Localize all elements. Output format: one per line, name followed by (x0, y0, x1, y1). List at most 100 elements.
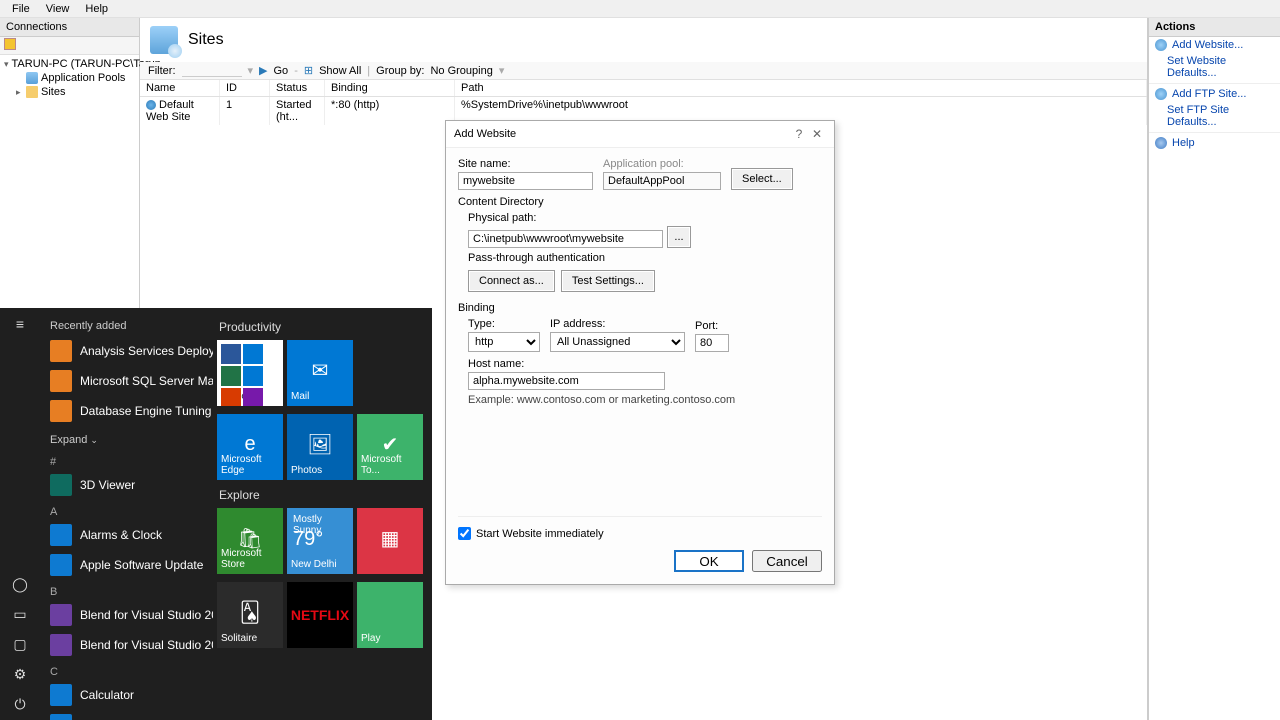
type-label: Type: (468, 318, 540, 330)
group-by-value[interactable]: No Grouping (430, 65, 492, 77)
user-icon[interactable]: ◯ (12, 576, 28, 592)
settings-icon[interactable]: ⚙ (12, 666, 28, 682)
app-pools-icon (26, 72, 38, 84)
list-item[interactable]: Apple Software Update (40, 550, 213, 580)
tile-weather[interactable]: Mostly Sunny79°New Delhi (287, 508, 353, 574)
pictures-icon[interactable]: ▢ (12, 636, 28, 652)
select-button[interactable]: Select... (731, 168, 793, 190)
menu-file[interactable]: File (4, 1, 38, 17)
site-icon (146, 100, 156, 110)
connections-toolbar[interactable] (0, 37, 139, 55)
globe-icon (1155, 88, 1167, 100)
letter-header[interactable]: # (40, 450, 213, 470)
tile-todo[interactable]: ✔Microsoft To... (357, 414, 423, 480)
list-item[interactable]: Microsoft SQL Server Management... (40, 366, 213, 396)
hamburger-icon[interactable]: ≡ (12, 316, 28, 332)
type-select[interactable]: http (468, 332, 540, 352)
menu-help[interactable]: Help (77, 1, 116, 17)
tree-sites[interactable]: ▸Sites (2, 85, 137, 99)
filter-bar: Filter: ▾ ▶Go - ⊞Show All | Group by: No… (140, 62, 1147, 80)
show-all-button[interactable]: Show All (319, 65, 361, 77)
list-item[interactable]: Analysis Services Deployment Wizar... (40, 336, 213, 366)
connections-tree: ▾TARUN-PC (TARUN-PC\Tarun Application Po… (0, 55, 139, 101)
ip-label: IP address: (550, 318, 685, 330)
app-pool-input (603, 172, 721, 190)
start-rail: ≡ ◯ ▭ ▢ ⚙ ⏻ (0, 308, 40, 720)
dialog-titlebar[interactable]: Add Website ?✕ (446, 121, 834, 148)
physical-path-input[interactable] (468, 230, 663, 248)
start-app-list[interactable]: Recently added Analysis Services Deploym… (40, 308, 213, 720)
menu-view[interactable]: View (38, 1, 78, 17)
letter-header[interactable]: B (40, 580, 213, 600)
tree-root[interactable]: ▾TARUN-PC (TARUN-PC\Tarun (2, 57, 137, 71)
action-add-website[interactable]: Add Website... (1149, 37, 1280, 53)
letter-header[interactable]: C (40, 660, 213, 680)
mail-icon: ✉ (312, 358, 329, 383)
close-icon[interactable]: ✕ (808, 127, 826, 141)
app-pool-label: Application pool: (603, 158, 721, 170)
col-binding[interactable]: Binding (325, 80, 455, 96)
browse-button[interactable]: ... (667, 226, 691, 248)
tile-netflix[interactable]: NETFLIX (287, 582, 353, 648)
productivity-header[interactable]: Productivity (219, 320, 426, 334)
tile-store[interactable]: 🛍Microsoft Store (217, 508, 283, 574)
action-add-ftp[interactable]: Add FTP Site... (1149, 86, 1280, 102)
store-icon: 🛍 (237, 526, 262, 551)
tree-app-pools[interactable]: Application Pools (2, 71, 137, 85)
tile-office[interactable]: Office (217, 340, 283, 406)
go-button[interactable]: Go (274, 65, 289, 77)
action-site-defaults[interactable]: Set Website Defaults... (1149, 53, 1280, 81)
filter-input[interactable] (182, 64, 242, 77)
dialog-help-icon[interactable]: ? (790, 127, 808, 141)
action-ftp-defaults[interactable]: Set FTP Site Defaults... (1149, 102, 1280, 130)
connect-as-button[interactable]: Connect as... (468, 270, 555, 292)
start-immediately-checkbox[interactable] (458, 527, 471, 540)
table-header: Name ID Status Binding Path (140, 80, 1147, 97)
actions-panel: Actions Add Website... Set Website Defau… (1148, 18, 1280, 720)
news-icon: ▦ (381, 526, 400, 551)
physical-path-label: Physical path: (468, 212, 822, 224)
col-id[interactable]: ID (220, 80, 270, 96)
globe-icon (1155, 39, 1167, 51)
recently-added-header: Recently added (40, 312, 213, 336)
list-item[interactable]: Alarms & Clock (40, 520, 213, 550)
card-icon: 🂡 (240, 600, 260, 625)
letter-header[interactable]: A (40, 500, 213, 520)
action-help[interactable]: Help (1149, 135, 1280, 151)
port-label: Port: (695, 320, 729, 332)
col-status[interactable]: Status (270, 80, 325, 96)
explore-header[interactable]: Explore (219, 488, 426, 502)
port-input[interactable] (695, 334, 729, 352)
page-title: Sites (188, 31, 224, 49)
cancel-button[interactable]: Cancel (752, 550, 822, 572)
tile-news[interactable]: ▦ (357, 508, 423, 574)
connections-header: Connections (0, 18, 139, 37)
power-icon[interactable]: ⏻ (12, 696, 28, 712)
add-website-dialog: Add Website ?✕ Site name: Application po… (445, 120, 835, 585)
list-item[interactable]: Blend for Visual Studio 2019 (40, 600, 213, 630)
tile-solitaire[interactable]: 🂡Solitaire (217, 582, 283, 648)
expand-button[interactable]: Expand ⌄ (40, 426, 213, 450)
sites-icon (26, 86, 38, 98)
test-settings-button[interactable]: Test Settings... (561, 270, 655, 292)
list-item[interactable]: Calendar (40, 710, 213, 720)
sites-page-icon (150, 26, 178, 54)
col-path[interactable]: Path (455, 80, 1147, 96)
list-item[interactable]: 3D Viewer (40, 470, 213, 500)
ok-button[interactable]: OK (674, 550, 744, 572)
page-title-bar: Sites (140, 18, 1147, 62)
edge-icon: e (244, 433, 255, 456)
check-icon: ✔ (382, 432, 399, 457)
list-item[interactable]: Calculator (40, 680, 213, 710)
tile-edge[interactable]: eMicrosoft Edge (217, 414, 283, 480)
ip-select[interactable]: All Unassigned (550, 332, 685, 352)
documents-icon[interactable]: ▭ (12, 606, 28, 622)
tile-mail[interactable]: ✉Mail (287, 340, 353, 406)
list-item[interactable]: Database Engine Tuning Advisor 18 (40, 396, 213, 426)
list-item[interactable]: Blend for Visual Studio 2019 Preview (40, 630, 213, 660)
tile-photos[interactable]: 🖼Photos (287, 414, 353, 480)
site-name-input[interactable] (458, 172, 593, 190)
tile-play[interactable]: Play (357, 582, 423, 648)
host-name-input[interactable] (468, 372, 665, 390)
col-name[interactable]: Name (140, 80, 220, 96)
